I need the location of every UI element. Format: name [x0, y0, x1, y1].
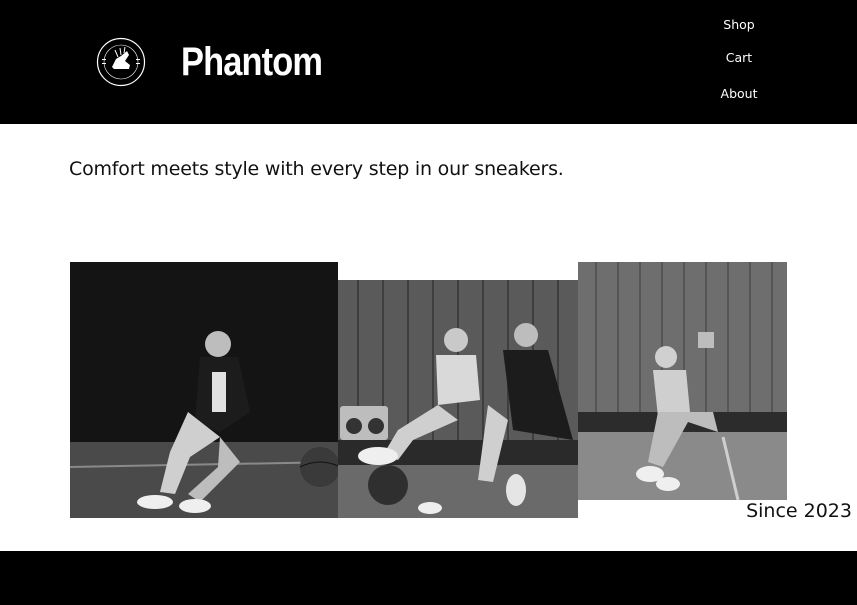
- nav-shop-link[interactable]: Shop: [723, 17, 754, 32]
- site-header: Phantom Shop Cart About: [0, 0, 857, 124]
- brand-name[interactable]: Phantom: [181, 36, 323, 88]
- nav-cart-link[interactable]: Cart: [726, 50, 752, 65]
- photo-woman-sitting-on-court: [578, 262, 787, 500]
- photo-woman-with-basketball: [70, 262, 338, 518]
- winged-sneaker-icon: [96, 37, 146, 87]
- since-year-label: Since 2023: [746, 500, 852, 522]
- site-footer: [0, 551, 857, 605]
- brand-logo-badge[interactable]: [96, 37, 146, 87]
- photo-two-women-with-boombox: [338, 280, 578, 518]
- hero-tagline: Comfort meets style with every step in o…: [69, 158, 564, 180]
- nav-about-link[interactable]: About: [721, 86, 758, 101]
